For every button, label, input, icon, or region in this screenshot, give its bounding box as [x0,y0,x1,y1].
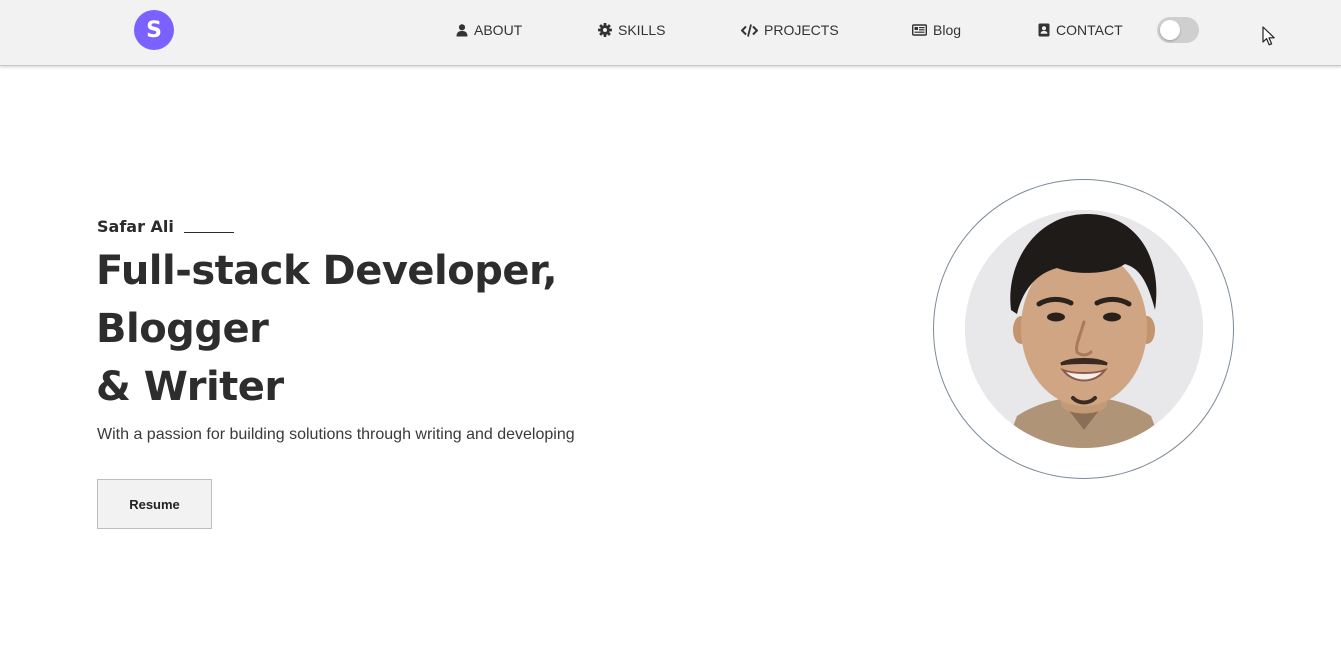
profile-photo [965,210,1203,448]
logo-letter: S [146,17,162,43]
profile-photo-illustration [965,210,1203,448]
nav-item-skills[interactable]: SKILLS [598,21,665,39]
nav-item-about[interactable]: ABOUT [456,21,522,39]
code-icon [741,23,758,37]
nav-item-blog[interactable]: Blog [912,21,961,39]
hero-name: Safar Ali [97,215,234,237]
newspaper-icon [912,24,927,36]
navbar: S ABOUT SKILLS PROJECTS Blog CONTACT [0,0,1341,66]
logo[interactable]: S [134,10,174,50]
hero-title-line: & Writer [96,364,284,410]
hero-title-line: Blogger [96,306,269,352]
user-icon [456,23,468,36]
nav-item-label: SKILLS [618,22,666,38]
hero-name-text: Safar Ali [97,216,174,236]
gear-icon [598,23,612,37]
hero-title-line: Full-stack Developer, [96,248,558,294]
contact-card-icon [1038,23,1050,37]
hero-title: Full-stack Developer, Blogger & Writer [96,242,656,416]
nav-item-projects[interactable]: PROJECTS [741,21,839,39]
hero-subtitle: With a passion for building solutions th… [97,426,575,443]
toggle-knob [1160,20,1180,40]
mouse-cursor-icon [1262,26,1275,46]
nav-item-label: CONTACT [1056,22,1123,38]
nav-item-label: ABOUT [474,22,523,38]
nav-item-contact[interactable]: CONTACT [1038,21,1123,39]
nav-item-label: Blog [933,22,962,38]
name-underline-divider [183,231,234,233]
theme-toggle[interactable] [1157,17,1199,43]
resume-button[interactable]: Resume [97,479,212,529]
nav-item-label: PROJECTS [764,22,839,38]
